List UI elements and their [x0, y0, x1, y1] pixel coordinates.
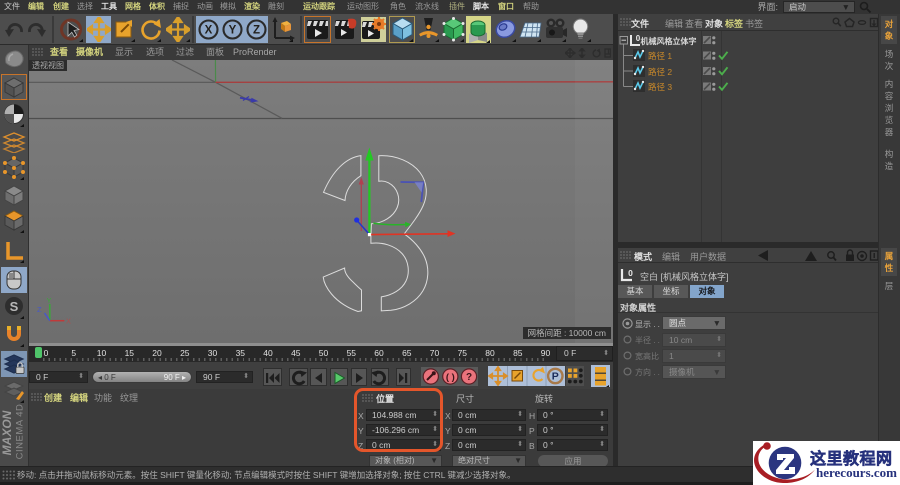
svg-text:Y: Y — [47, 296, 52, 305]
svg-text:Y: Y — [229, 25, 237, 37]
svg-text:?: ? — [466, 372, 472, 383]
svg-text:P: P — [552, 371, 559, 383]
svg-text:Z: Z — [37, 305, 42, 314]
svg-text:X: X — [66, 317, 71, 326]
svg-text:Z: Z — [253, 25, 260, 37]
svg-text:( ): ( ) — [446, 372, 455, 383]
svg-text:0: 0 — [628, 268, 633, 278]
svg-text:X: X — [205, 25, 213, 37]
svg-text:S: S — [10, 299, 19, 314]
